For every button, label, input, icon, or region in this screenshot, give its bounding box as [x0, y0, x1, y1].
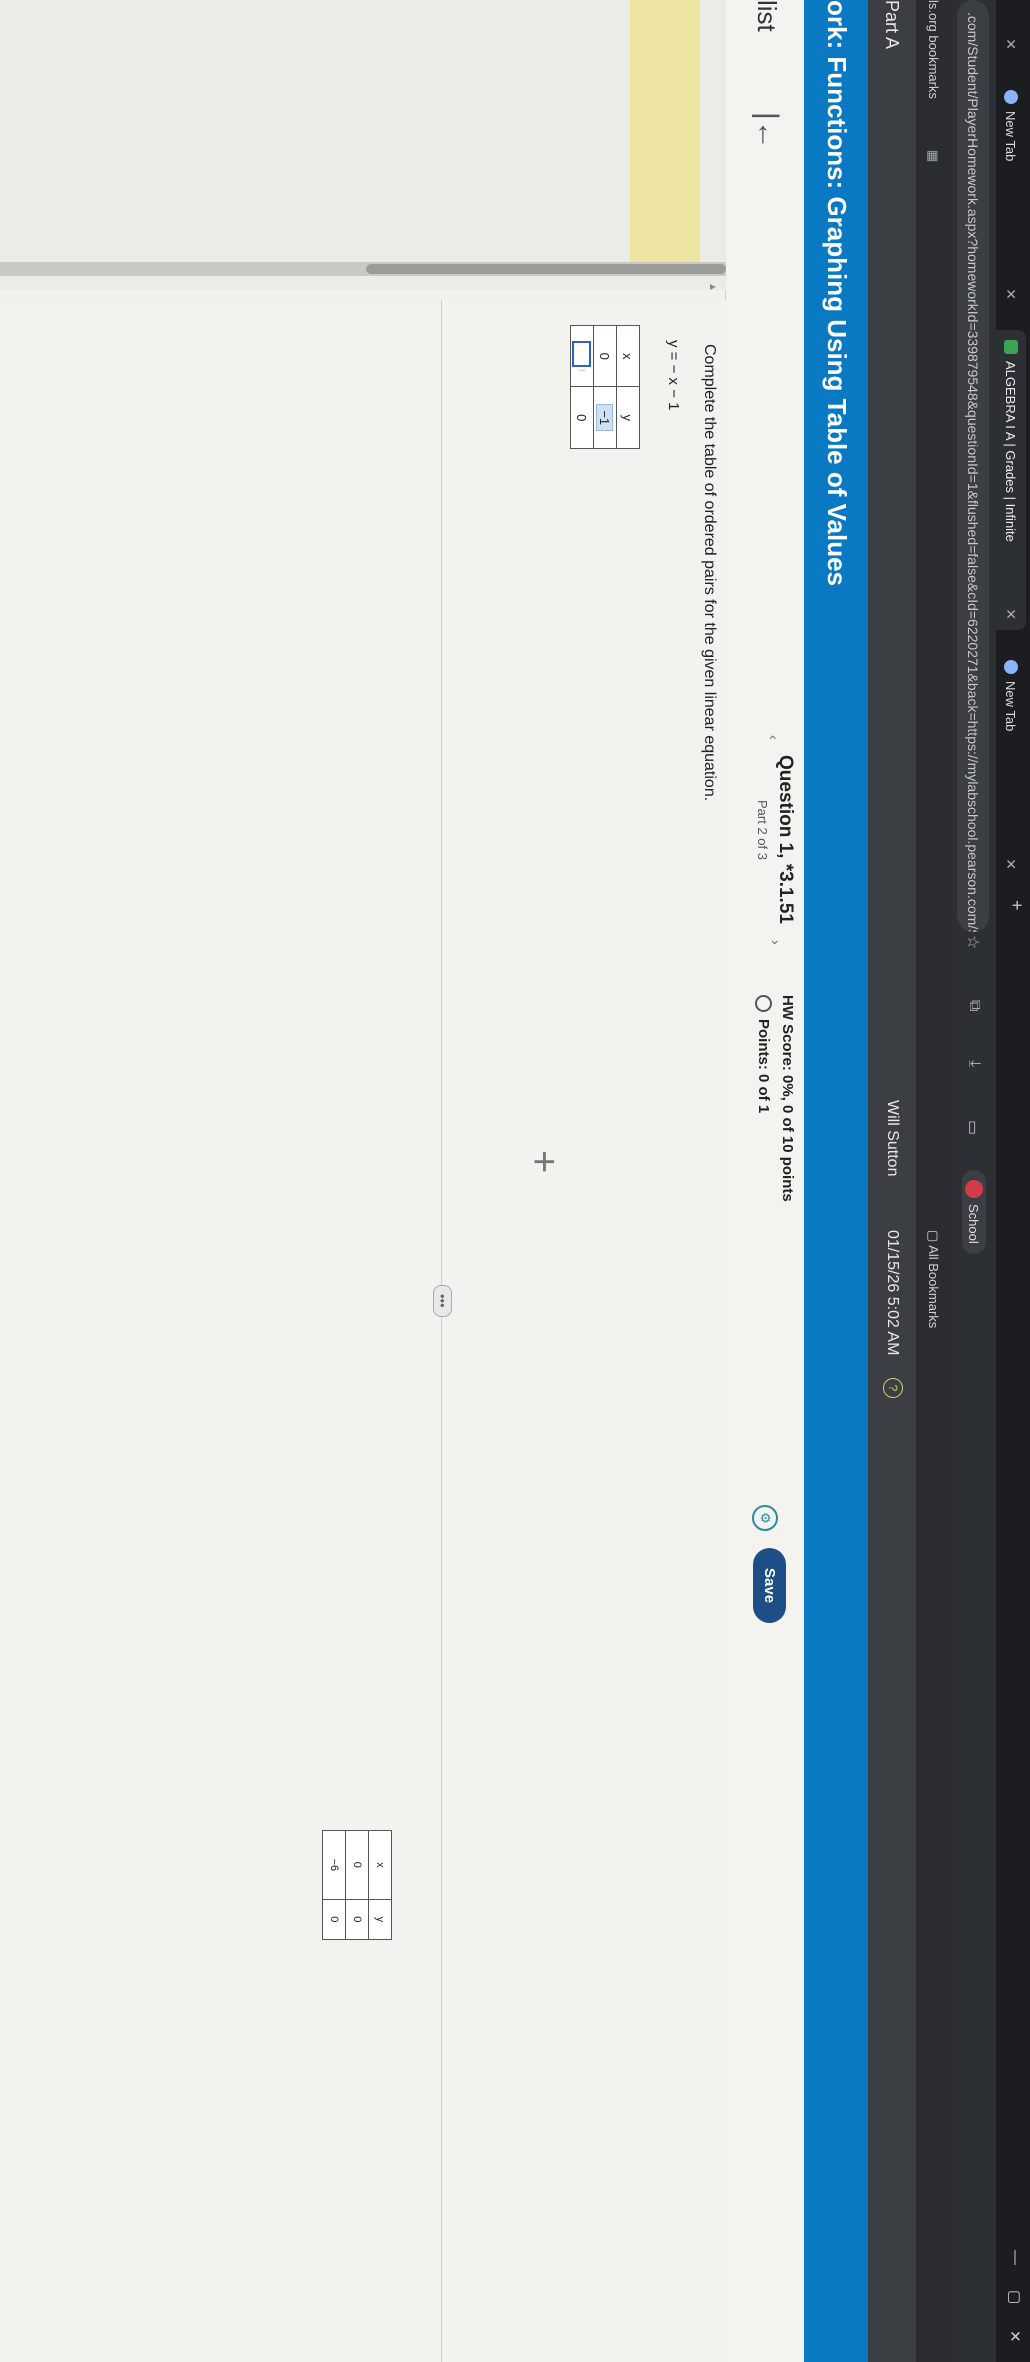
tab-label: ALGEBRA I A | Grades | Infinite [1003, 361, 1019, 542]
table-cell: 0 [570, 386, 594, 449]
points-row: Points: 0 of 1 [755, 995, 772, 1113]
divider [441, 300, 442, 2362]
question-list-link[interactable]: list [751, 0, 782, 32]
ordered-pairs-table: x y 0 −1 I 0 [570, 325, 640, 449]
tab-algebra-grades[interactable]: ALGEBRA I A | Grades | Infinite ✕ [996, 330, 1026, 630]
close-icon[interactable]: ✕ [1003, 38, 1020, 50]
url-text: .com/Student/PlayerHomework.aspx?homewor… [965, 12, 981, 932]
all-bookmarks-folder[interactable]: ▢ All Bookmarks [925, 1230, 941, 1328]
tab-partial[interactable]: ✕ [996, 0, 1026, 60]
table-header-row: x y [368, 1830, 392, 1940]
bookmarks-bar: ls.org bookmarks ▦ ▢ All Bookmarks [916, 0, 950, 2362]
all-bookmarks-label: All Bookmarks [926, 1245, 941, 1329]
more-options-button[interactable]: ••• [433, 1285, 452, 1317]
extensions-icon[interactable]: ⧉ [965, 1000, 983, 1011]
answer-value[interactable]: −1 [596, 404, 614, 432]
homework-title: ork: Functions: Graphing Using Table of … [822, 0, 852, 587]
address-bar[interactable]: .com/Student/PlayerHomework.aspx?homewor… [957, 0, 989, 932]
column-header: y [368, 1899, 392, 1940]
question-title: Question 1, *3.1.51 [775, 755, 796, 924]
scroll-up-icon[interactable]: ▲ [707, 282, 718, 292]
tab-new-tab-1[interactable]: New Tab ✕ [996, 80, 1026, 310]
side-reference-table: x y 0 0 −6 0 [322, 1830, 392, 1940]
table-cell: −6 [322, 1830, 346, 1900]
crosshair-cursor: + [522, 1150, 566, 1174]
table-cell: −1 [593, 386, 617, 449]
answer-input[interactable] [572, 340, 592, 367]
question-instruction: Complete the table of ordered pairs for … [701, 344, 718, 802]
close-icon[interactable]: ✕ [1003, 608, 1020, 620]
table-cell: 0 [322, 1899, 346, 1940]
minimize-icon[interactable]: — [1007, 2250, 1024, 2265]
equation: y = − x − 1 [665, 340, 682, 411]
next-question-button[interactable]: › [768, 940, 784, 945]
table-row: −6 0 [322, 1830, 346, 1940]
points-value: Points: 0 of 1 [755, 1019, 772, 1114]
save-button[interactable]: Save [753, 1548, 786, 1624]
browser-tab-strip: ✕ New Tab ✕ ALGEBRA I A | Grades | Infin… [996, 0, 1030, 2362]
column-header: y [616, 386, 640, 449]
profile-label: School [966, 1204, 982, 1244]
column-header: x [616, 325, 640, 387]
bookmark-folder[interactable]: ls.org bookmarks [926, 0, 941, 99]
tab-label: New Tab [1003, 111, 1019, 162]
progress-circle-icon [755, 995, 772, 1012]
profile-chip[interactable]: School [962, 1170, 986, 1254]
settings-gear-icon[interactable]: ⚙ [752, 1505, 778, 1531]
infinite-campus-icon [1004, 340, 1018, 354]
question-content: Complete the table of ordered pairs for … [0, 300, 726, 2362]
bookmark-star-icon[interactable]: ☆ [963, 935, 983, 949]
question-header: list |← ‹ Question 1, *3.1.51 Part 2 of … [725, 0, 804, 2362]
close-window-icon[interactable]: ✕ [1006, 2330, 1024, 2343]
chrome-icon [1004, 90, 1018, 104]
question-part: Part 2 of 3 [755, 800, 770, 860]
download-icon[interactable]: ⤓ [965, 1060, 983, 1067]
close-icon[interactable]: ✕ [1003, 288, 1020, 300]
table-header-row: x y [616, 325, 640, 449]
question-list-panel [0, 0, 726, 290]
table-row: 0 −1 [593, 325, 617, 449]
datetime: 01/15/26 5:02 AM [884, 1230, 901, 1356]
new-tab-button[interactable]: + [1006, 900, 1027, 911]
table-cell: 0 [345, 1899, 369, 1940]
column-header: x [368, 1830, 392, 1900]
tab-new-tab-2[interactable]: New Tab ✕ [996, 650, 1026, 880]
homework-title-bar: ork: Functions: Graphing Using Table of … [804, 0, 868, 2362]
table-cell: 0 [345, 1830, 369, 1900]
part-label: Part A [882, 0, 902, 50]
back-to-list-icon[interactable]: |← [750, 112, 784, 150]
tab-label: New Tab [1003, 681, 1019, 732]
scrollbar-thumb[interactable] [366, 264, 726, 274]
browser-toolbar: .com/Student/PlayerHomework.aspx?homewor… [950, 0, 996, 2362]
apps-grid-icon[interactable]: ▦ [925, 150, 941, 162]
close-icon[interactable]: ✕ [1003, 858, 1020, 870]
table-row: I 0 [570, 325, 594, 449]
chrome-icon [1004, 660, 1018, 674]
course-header: Part A Will Sutton 01/15/26 5:02 AM ? [868, 0, 916, 2362]
hw-score: HW Score: 0%, 0 of 10 points [779, 995, 796, 1202]
help-icon[interactable]: ? [883, 1378, 903, 1398]
table-cell: I [570, 325, 594, 387]
table-row: 0 0 [345, 1830, 369, 1940]
side-panel-icon[interactable]: ▭ [963, 1120, 983, 1135]
user-name: Will Sutton [884, 1100, 901, 1177]
table-cell: 0 [593, 325, 617, 387]
question-list-highlight[interactable] [630, 0, 700, 272]
sidebar-scrollbar[interactable] [0, 262, 726, 276]
maximize-icon[interactable]: ▢ [1006, 2290, 1024, 2304]
folder-icon: ▢ [926, 1230, 941, 1243]
prev-question-button[interactable]: ‹ [766, 735, 782, 740]
cursor-glyph: I [576, 368, 587, 372]
avatar [965, 1180, 983, 1198]
